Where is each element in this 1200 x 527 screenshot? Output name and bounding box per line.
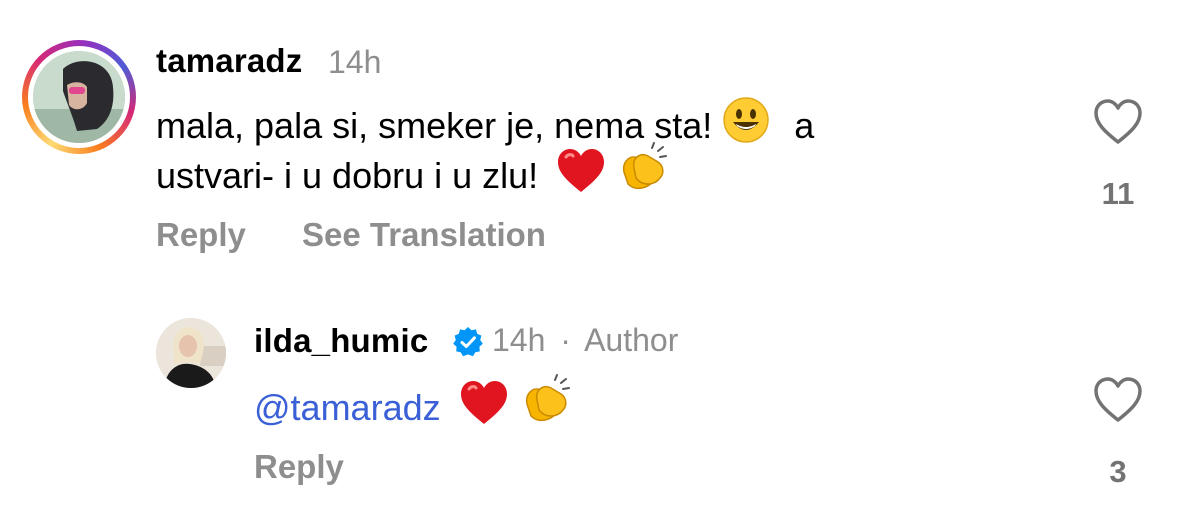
mention-link[interactable]: @tamaradz: [254, 387, 441, 428]
reply-reply-button[interactable]: Reply: [254, 448, 344, 486]
reply-like-heart-icon[interactable]: [1092, 376, 1144, 429]
reply-button[interactable]: Reply: [156, 216, 246, 254]
reply-meta: 14h · Author: [492, 322, 678, 359]
reply-text: @tamaradz: [254, 374, 575, 441]
smiley-icon: [722, 96, 770, 159]
clapping-hands-icon: [616, 142, 672, 209]
like-count: 11: [1101, 176, 1135, 211]
comment-text-line1: mala, pala si, smeker je, nema sta!: [156, 105, 713, 146]
like-heart-icon[interactable]: [1092, 98, 1144, 151]
comment-text-line2: ustvari- i u dobru i u zlu!: [156, 155, 539, 196]
red-heart-icon: [459, 380, 509, 441]
reply-avatar[interactable]: [156, 318, 226, 388]
reply-username[interactable]: ilda_humic: [254, 322, 428, 360]
comment-username[interactable]: tamaradz: [156, 42, 303, 80]
red-heart-icon: [556, 148, 606, 209]
comment-timestamp: 14h: [328, 44, 382, 80]
meta-separator: ·: [560, 322, 571, 358]
author-label: Author: [584, 322, 679, 358]
story-ring[interactable]: [22, 40, 136, 154]
comment-text-line1-end: a: [794, 105, 815, 146]
comment-text-line2-row: ustvari- i u dobru i u zlu!: [156, 142, 672, 209]
reply-timestamp: 14h: [492, 322, 546, 358]
avatar[interactable]: [33, 51, 125, 143]
see-translation-button[interactable]: See Translation: [302, 216, 546, 254]
verified-badge-icon: [452, 326, 484, 363]
reply-like-count: 3: [1109, 454, 1127, 489]
clapping-hands-icon: [519, 374, 575, 441]
